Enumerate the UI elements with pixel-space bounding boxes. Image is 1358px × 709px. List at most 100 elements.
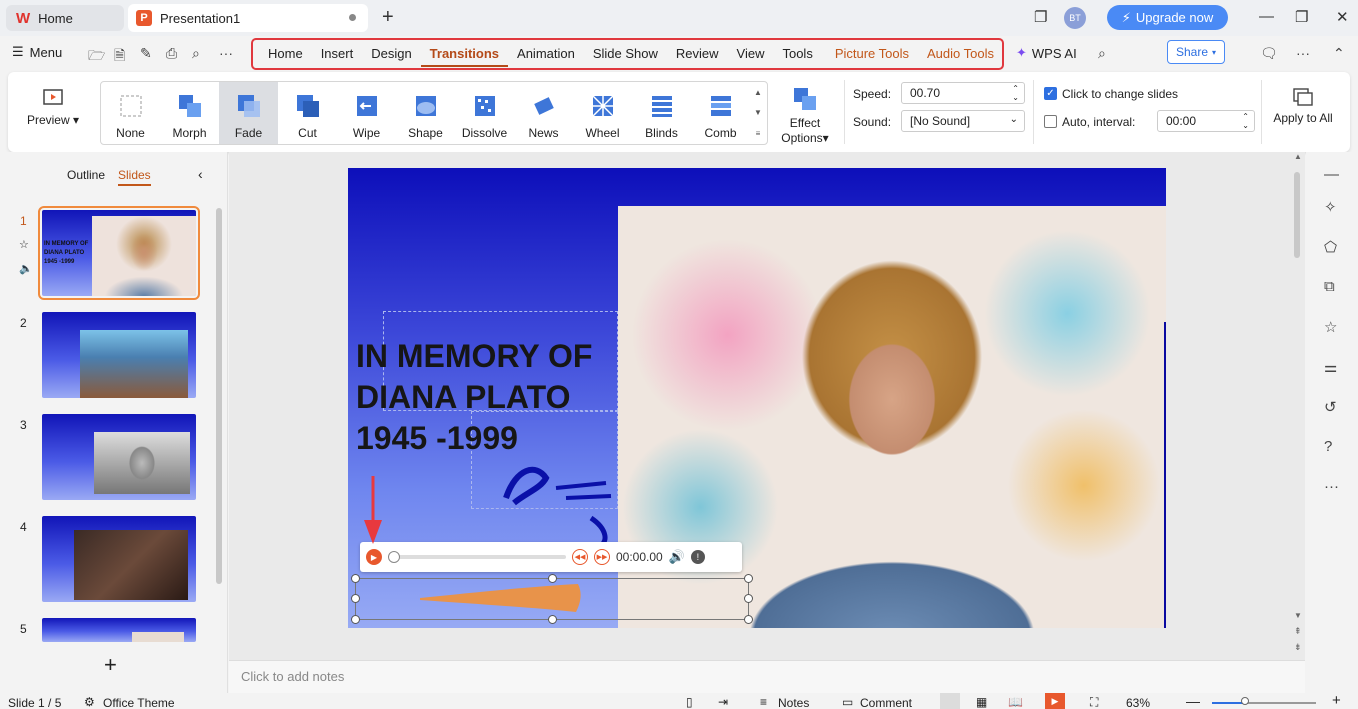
transition-dissolve[interactable]: Dissolve: [455, 82, 514, 144]
play-icon[interactable]: ▶: [366, 549, 382, 565]
save-icon[interactable]: 🗎: [114, 45, 125, 69]
resize-handle[interactable]: [351, 594, 360, 603]
sliders-icon[interactable]: ⚌: [1324, 358, 1337, 376]
format-painter-icon[interactable]: ✎: [140, 45, 152, 62]
resize-handle[interactable]: [548, 574, 557, 583]
rewind-icon[interactable]: ◀◀: [572, 549, 588, 565]
audio-selection-box[interactable]: [355, 578, 749, 620]
tab-design[interactable]: Design: [362, 41, 420, 67]
zoom-in-icon[interactable]: +: [1332, 692, 1341, 709]
gallery-scroll[interactable]: ▲ ▼ ≡: [750, 82, 766, 144]
transition-comb[interactable]: Comb: [691, 82, 750, 144]
tab-slides[interactable]: Slides: [118, 168, 151, 186]
avatar[interactable]: BT: [1064, 7, 1086, 29]
print-preview-icon[interactable]: ⌕: [192, 45, 200, 62]
transition-news[interactable]: News: [514, 82, 573, 144]
reading-view-icon[interactable]: 📖: [1008, 695, 1023, 709]
shapes-icon[interactable]: ⬠: [1324, 238, 1337, 256]
tab-insert[interactable]: Insert: [312, 41, 363, 67]
resize-handle[interactable]: [548, 615, 557, 624]
resize-handle[interactable]: [351, 615, 360, 624]
search-icon[interactable]: ⌕: [1098, 45, 1106, 62]
help-icon[interactable]: ?: [1324, 438, 1332, 455]
magic-wand-icon[interactable]: ✧: [1324, 198, 1337, 216]
more-options-icon[interactable]: ···: [1296, 45, 1310, 61]
transition-cut[interactable]: Cut: [278, 82, 337, 144]
collapse-panel-icon[interactable]: ‹: [198, 166, 203, 182]
tab-review[interactable]: Review: [667, 41, 728, 67]
auto-interval-checkbox[interactable]: [1044, 115, 1057, 128]
transition-none[interactable]: None: [101, 82, 160, 144]
zoom-slider-thumb[interactable]: [1241, 697, 1249, 705]
slide-title[interactable]: IN MEMORY OF DIANA PLATO 1945 -1999: [356, 336, 592, 459]
notes-button[interactable]: Notes: [778, 696, 809, 709]
slide-thumbnail[interactable]: [42, 516, 196, 602]
volume-icon[interactable]: 🔊: [669, 549, 685, 565]
spinner-icon[interactable]: ⌃ ⌄: [1012, 84, 1019, 102]
slide-thumbnail[interactable]: IN MEMORY OF DIANA PLATO 1945 -1999: [38, 206, 200, 300]
effect-options-button[interactable]: Effect Options▾: [778, 86, 832, 146]
fit-icon[interactable]: ▯: [686, 695, 693, 709]
panel-scrollbar[interactable]: [216, 208, 222, 584]
transition-fade[interactable]: Fade: [219, 82, 278, 144]
tab-animation[interactable]: Animation: [508, 41, 584, 67]
normal-view-icon[interactable]: [940, 693, 960, 709]
apply-to-all-button[interactable]: Apply to All: [1263, 84, 1343, 125]
tab-audio-tools[interactable]: Audio Tools: [918, 41, 1003, 67]
interval-input[interactable]: 00:00 ⌃ ⌄: [1157, 110, 1255, 132]
transition-wheel[interactable]: Wheel: [573, 82, 632, 144]
transition-wipe[interactable]: Wipe: [337, 82, 396, 144]
resize-handle[interactable]: [744, 615, 753, 624]
restore-icon[interactable]: ❐: [1295, 8, 1308, 26]
slide-thumbnail[interactable]: [42, 312, 196, 398]
main-menu-button[interactable]: ☰ Menu: [12, 44, 62, 60]
more-icon[interactable]: ···: [1324, 478, 1339, 495]
collapse-ribbon-icon[interactable]: ⌃: [1333, 45, 1345, 62]
preview-button[interactable]: Preview ▾: [26, 86, 80, 127]
resize-handle[interactable]: [351, 574, 360, 583]
scroll-up-icon[interactable]: ▲: [1294, 152, 1302, 161]
share-button[interactable]: Share ▾: [1167, 40, 1225, 64]
theme-name[interactable]: Office Theme: [103, 696, 175, 709]
info-icon[interactable]: !: [690, 550, 705, 564]
audio-seek-track[interactable]: [388, 551, 566, 563]
prev-slide-icon[interactable]: ⇞: [1294, 626, 1302, 637]
comment-icon[interactable]: 🗨: [1260, 45, 1278, 62]
transition-blinds[interactable]: Blinds: [632, 82, 691, 144]
unsaved-dot-icon[interactable]: [349, 14, 356, 21]
click-change-checkbox[interactable]: ✓: [1044, 87, 1057, 100]
window-layout-icon[interactable]: ❐: [1034, 8, 1047, 26]
document-tab[interactable]: P Presentation1: [128, 4, 368, 32]
play-slideshow-icon[interactable]: ▶: [1045, 693, 1065, 709]
slide-thumbnail[interactable]: [42, 414, 196, 500]
minimize-icon[interactable]: —: [1259, 8, 1274, 25]
tab-outline[interactable]: Outline: [67, 168, 105, 182]
comment-button[interactable]: Comment: [860, 696, 912, 709]
tab-tools[interactable]: Tools: [773, 41, 821, 67]
history-icon[interactable]: ↺: [1324, 398, 1337, 416]
wps-ai-button[interactable]: ✦ WPS AI: [1016, 45, 1077, 61]
collapse-icon[interactable]: —: [1324, 166, 1339, 183]
zoom-level[interactable]: 63%: [1126, 696, 1150, 709]
transition-shape[interactable]: Shape: [396, 82, 455, 144]
tab-picture-tools[interactable]: Picture Tools: [826, 41, 918, 67]
more-icon[interactable]: ···: [219, 45, 233, 61]
sound-select[interactable]: [No Sound] ⌄: [901, 110, 1025, 132]
print-icon[interactable]: ⎙: [166, 45, 177, 62]
upgrade-button[interactable]: ⚡ Upgrade now: [1107, 5, 1228, 30]
tab-view[interactable]: View: [728, 41, 774, 67]
notes-area[interactable]: Click to add notes: [229, 660, 1305, 693]
scroll-down-icon[interactable]: ▼: [1294, 611, 1302, 620]
fit-screen-icon[interactable]: ⛶: [1090, 695, 1098, 709]
canvas-scrollbar[interactable]: [1294, 172, 1300, 258]
star-icon[interactable]: ☆: [1324, 318, 1337, 336]
fast-forward-icon[interactable]: ▶▶: [594, 549, 610, 565]
export-icon[interactable]: ⇥: [718, 695, 728, 709]
spinner-icon[interactable]: ⌃ ⌄: [1242, 112, 1249, 130]
tab-slide-show[interactable]: Slide Show: [584, 41, 667, 67]
close-icon[interactable]: ✕: [1336, 8, 1349, 26]
grid-view-icon[interactable]: ▦: [976, 695, 987, 709]
zoom-out-icon[interactable]: —: [1186, 693, 1200, 709]
layers-icon[interactable]: ⧉: [1324, 278, 1335, 295]
chevron-up-icon[interactable]: ▲: [754, 88, 762, 97]
